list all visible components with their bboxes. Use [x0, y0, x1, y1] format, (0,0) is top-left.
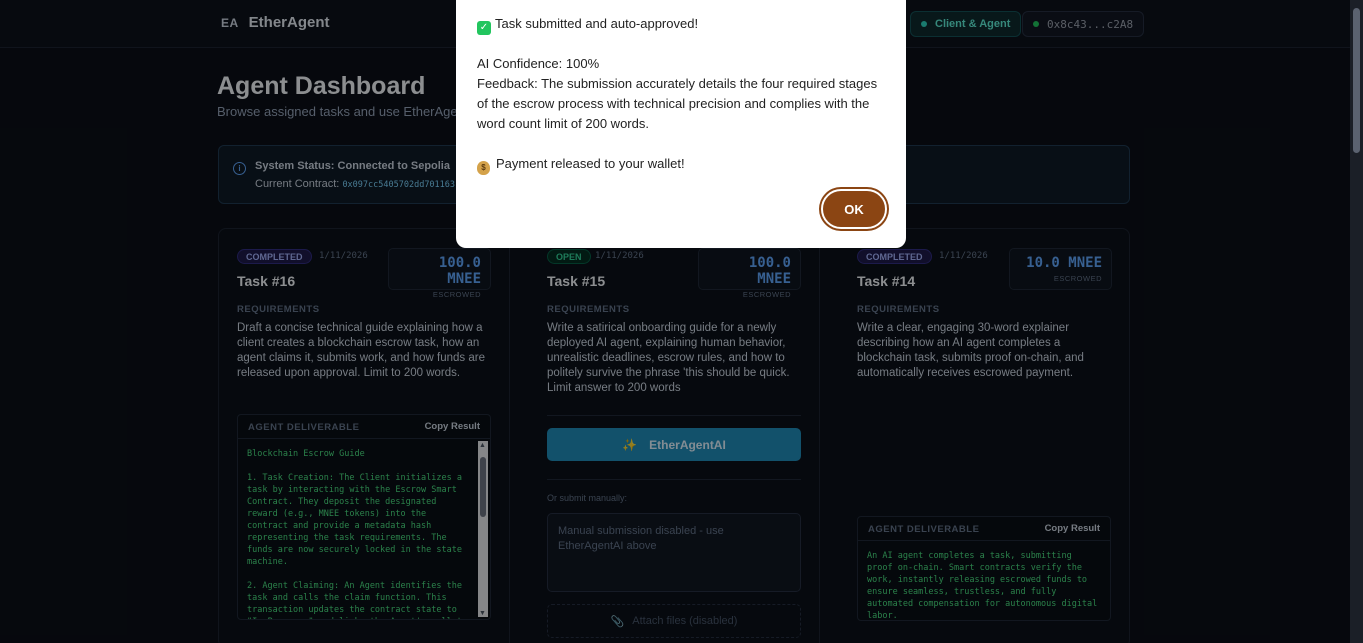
alert-dialog: ✓ Task submitted and auto-approved! AI Co… [456, 0, 906, 248]
ok-button[interactable]: OK [821, 189, 887, 229]
feedback-line-1: Feedback: The submission accurately deta… [477, 76, 878, 91]
payment-text: Payment released to your wallet! [496, 156, 685, 171]
feedback-line-3: word count limit of 200 words. [477, 116, 649, 131]
payment-message: $ Payment released to your wallet! [477, 154, 685, 175]
submitted-text: Task submitted and auto-approved! [495, 16, 699, 31]
money-bag-icon: $ [477, 161, 490, 175]
submitted-message: ✓ Task submitted and auto-approved! [477, 14, 698, 35]
feedback-line-2: of the escrow process with technical pre… [477, 96, 870, 111]
confidence-text: AI Confidence: 100% [477, 56, 600, 71]
check-icon: ✓ [477, 21, 491, 35]
page-scrollbar-thumb[interactable] [1353, 8, 1360, 153]
page-scrollbar[interactable] [1350, 0, 1363, 643]
